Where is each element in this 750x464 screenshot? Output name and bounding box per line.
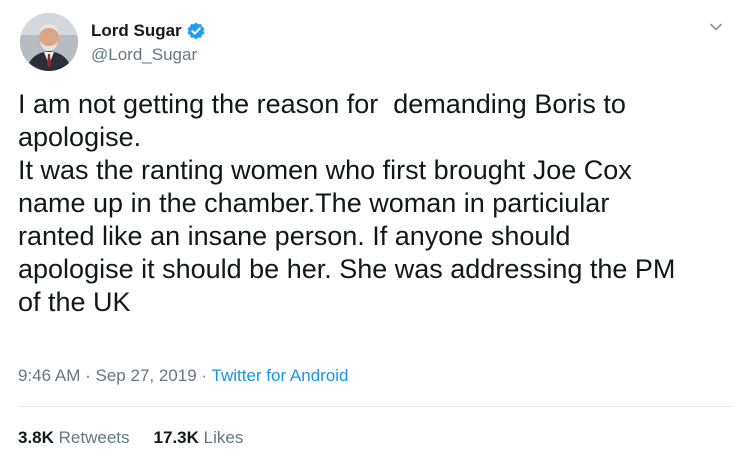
tweet-card: Lord Sugar @Lord_Sugar I am not getting … <box>0 0 750 464</box>
retweets-count: 3.8K <box>18 428 54 447</box>
divider <box>18 406 733 407</box>
tweet-header: Lord Sugar @Lord_Sugar <box>20 13 732 75</box>
display-name[interactable]: Lord Sugar <box>91 19 182 43</box>
tweet-time[interactable]: 9:46 AM <box>18 366 80 385</box>
meta-separator: · <box>85 366 91 385</box>
user-names: Lord Sugar @Lord_Sugar <box>91 19 206 67</box>
tweet-date[interactable]: Sep 27, 2019 <box>96 366 197 385</box>
likes-label: Likes <box>203 428 244 447</box>
likes-count: 17.3K <box>153 428 199 447</box>
chevron-down-icon[interactable] <box>704 15 728 39</box>
tweet-text: I am not getting the reason for demandin… <box>18 89 676 317</box>
tweet-stats: 3.8K Retweets 17.3K Likes <box>18 426 243 450</box>
tweet-source-link[interactable]: Twitter for Android <box>212 366 349 385</box>
profile-photo <box>20 13 78 71</box>
verified-badge-icon <box>186 21 206 41</box>
user-handle[interactable]: @Lord_Sugar <box>91 43 206 67</box>
meta-separator: · <box>201 366 208 385</box>
tweet-metadata: 9:46 AM · Sep 27, 2019 · Twitter for And… <box>18 364 349 388</box>
avatar[interactable] <box>20 13 78 71</box>
likes-stat[interactable]: 17.3K Likes <box>154 426 244 450</box>
retweets-stat[interactable]: 3.8K Retweets <box>18 426 130 450</box>
retweets-label: Retweets <box>58 428 130 447</box>
display-name-row: Lord Sugar <box>91 19 206 43</box>
